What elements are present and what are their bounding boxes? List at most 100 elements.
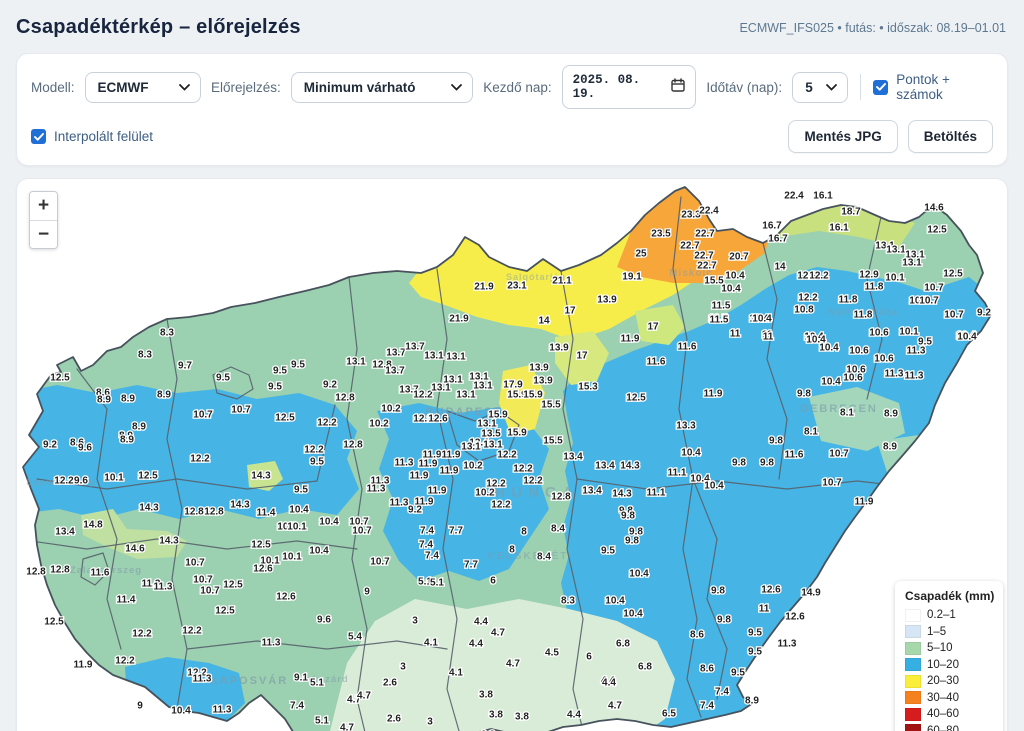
map-value-label: 8.3	[561, 596, 575, 607]
interpolated-checkbox[interactable]: Interpolált felület	[31, 129, 153, 144]
map-value-label: 10.1	[287, 522, 307, 533]
legend-rows: 0.2–11–55–1010–2020–3030–4040–6060–8080+	[905, 607, 995, 731]
map-value-label: 8.3	[138, 350, 152, 361]
map-value-label: 14.8	[83, 520, 103, 531]
map-value-label: 6	[490, 576, 496, 587]
map-value-label: 13.9	[549, 343, 569, 354]
map-value-label: 15.3	[578, 382, 598, 393]
map-value-label: 12.8	[335, 393, 355, 404]
legend-item: 60–80	[905, 723, 995, 731]
checkbox-checked-icon[interactable]	[873, 80, 888, 95]
map-value-label: 8.9	[132, 422, 146, 433]
map-value-label: 14	[538, 316, 550, 327]
map-value-label: 11.3	[778, 639, 797, 650]
map-value-label: 11.1	[647, 488, 666, 499]
map-value-label: 10.2	[369, 419, 389, 430]
map-value-label: 11.9	[855, 497, 874, 508]
map-value-label: 9.5	[310, 457, 324, 468]
forecast-select[interactable]: Minimum várható	[291, 72, 474, 103]
map-value-label: 9.6	[317, 615, 331, 626]
map-value-label: 4.4	[602, 678, 616, 689]
map-value-label: 9.6	[74, 476, 88, 487]
city-label: KAPOSVÁR	[210, 674, 288, 687]
toolbar-divider	[860, 74, 861, 100]
map-value-label: 9.8	[621, 511, 635, 522]
map-value-label: 16.7	[762, 221, 782, 232]
checkbox-checked-icon[interactable]	[31, 129, 46, 144]
map-value-label: 10.7	[185, 558, 205, 569]
map-value-label: 5.4	[348, 632, 362, 643]
map-value-label: 12.6	[428, 414, 448, 425]
start-date-label: Kezdő nap:	[483, 80, 551, 95]
map-value-label: 12.2	[182, 626, 202, 637]
map-value-label: 5.1	[315, 716, 329, 727]
map-value-label: 13.9	[529, 363, 549, 374]
map-value-label: 8.1	[840, 408, 854, 419]
map-value-label: 13.1	[456, 390, 476, 401]
legend-swatch	[905, 609, 921, 622]
map-value-label: 3.8	[515, 712, 529, 723]
save-jpg-button[interactable]: Mentés JPG	[788, 120, 897, 153]
map-value-label: 12.9	[859, 270, 879, 281]
map-value-label: 8.9	[97, 395, 111, 406]
map-value-label: 11.4	[257, 508, 276, 519]
legend-item: 30–40	[905, 690, 995, 707]
map-value-label: 11.9	[621, 334, 640, 345]
map-value-label: 9.2	[43, 440, 57, 451]
legend-range-label: 1–5	[927, 626, 946, 638]
map-value-label: 10.6	[843, 373, 863, 384]
map-value-label: 4.5	[545, 648, 559, 659]
city-label: KECSKEMÉT	[488, 549, 569, 562]
map-value-label: 10.2	[475, 488, 495, 499]
precipitation-map[interactable]: BUDAPESTHUNGARYDEBRECENKAPOSVÁRKECSKEMÉT…	[17, 179, 1007, 731]
model-select[interactable]: ECMWF	[85, 72, 201, 103]
map-value-label: 6.8	[638, 662, 652, 673]
chevron-down-icon	[451, 84, 462, 91]
map-value-label: 6	[586, 652, 592, 663]
map-value-label: 10.4	[819, 343, 839, 354]
map-panel: BUDAPESTHUNGARYDEBRECENKAPOSVÁRKECSKEMÉT…	[16, 178, 1008, 731]
map-value-label: 12.5	[251, 540, 271, 551]
map-value-label: 12.2	[304, 445, 324, 456]
map-value-label: 11.8	[865, 282, 884, 293]
map-value-label: 7.4	[700, 701, 714, 712]
start-date-value: 2025. 08. 19.	[573, 73, 664, 101]
calendar-icon[interactable]	[671, 78, 685, 96]
map-value-label: 11.6	[678, 342, 697, 353]
map-value-label: 16.1	[829, 223, 849, 234]
map-value-label: 10.7	[944, 310, 964, 321]
legend-swatch	[905, 691, 921, 704]
points-checkbox[interactable]: Pontok + számok	[873, 72, 993, 102]
map-value-label: 9	[364, 587, 370, 598]
range-select[interactable]: 5	[792, 72, 848, 103]
map-value-label: 14.6	[924, 203, 944, 214]
legend-title: Csapadék (mm)	[905, 589, 995, 603]
map-value-label: 12.2	[132, 629, 152, 640]
map-value-label: 13.1	[473, 381, 493, 392]
map-value-label: 11.1	[668, 468, 687, 479]
map-value-label: 15.9	[507, 428, 527, 439]
map-value-label: 20.7	[729, 252, 749, 263]
map-value-label: 10.1	[104, 473, 124, 484]
map-value-label: 8.4	[551, 524, 565, 535]
map-value-label: 12.8	[343, 440, 363, 451]
map-value-label: 10.7	[193, 575, 213, 586]
map-value-label: 12.6	[785, 612, 805, 623]
map-value-label: 7.4	[290, 701, 304, 712]
map-value-label: 8.4	[537, 552, 551, 563]
map-value-label: 12.6	[276, 592, 296, 603]
map-value-label: 11.9	[440, 466, 459, 477]
legend-range-label: 60–80	[927, 725, 959, 731]
map-value-label: 9.8	[732, 458, 746, 469]
map-value-label: 11.3	[907, 346, 926, 357]
map-value-label: 7.7	[464, 560, 478, 571]
zoom-in-button[interactable]: +	[30, 192, 57, 220]
map-value-label: 9.8	[711, 586, 725, 597]
zoom-out-button[interactable]: −	[30, 220, 57, 248]
map-value-label: 9.6	[78, 443, 92, 454]
map-value-label: 11.9	[704, 389, 723, 400]
map-value-label: 16.7	[768, 234, 788, 245]
load-button[interactable]: Betöltés	[908, 120, 993, 153]
start-date-input[interactable]: 2025. 08. 19.	[562, 65, 697, 109]
legend-range-label: 30–40	[927, 692, 959, 704]
